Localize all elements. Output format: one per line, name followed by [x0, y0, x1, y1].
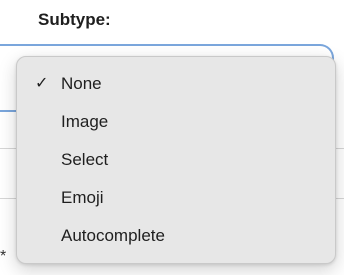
menu-item-label: Emoji: [61, 188, 104, 207]
menu-item-label: None: [61, 74, 102, 93]
menu-item-image[interactable]: Image: [17, 103, 335, 141]
subtype-dropdown-stage: Subtype: * ✓ None Image Select Emoji Aut…: [0, 0, 344, 275]
subtype-options-menu: ✓ None Image Select Emoji Autocomplete: [16, 56, 336, 264]
menu-item-emoji[interactable]: Emoji: [17, 179, 335, 217]
required-asterisk: *: [0, 248, 7, 265]
subtype-label: Subtype:: [38, 10, 111, 29]
menu-item-none[interactable]: ✓ None: [17, 65, 335, 103]
checkmark-icon: ✓: [35, 75, 49, 92]
menu-item-label: Select: [61, 150, 109, 169]
menu-item-autocomplete[interactable]: Autocomplete: [17, 217, 335, 255]
menu-item-label: Image: [61, 112, 109, 131]
menu-item-label: Autocomplete: [61, 226, 165, 245]
menu-item-select[interactable]: Select: [17, 141, 335, 179]
